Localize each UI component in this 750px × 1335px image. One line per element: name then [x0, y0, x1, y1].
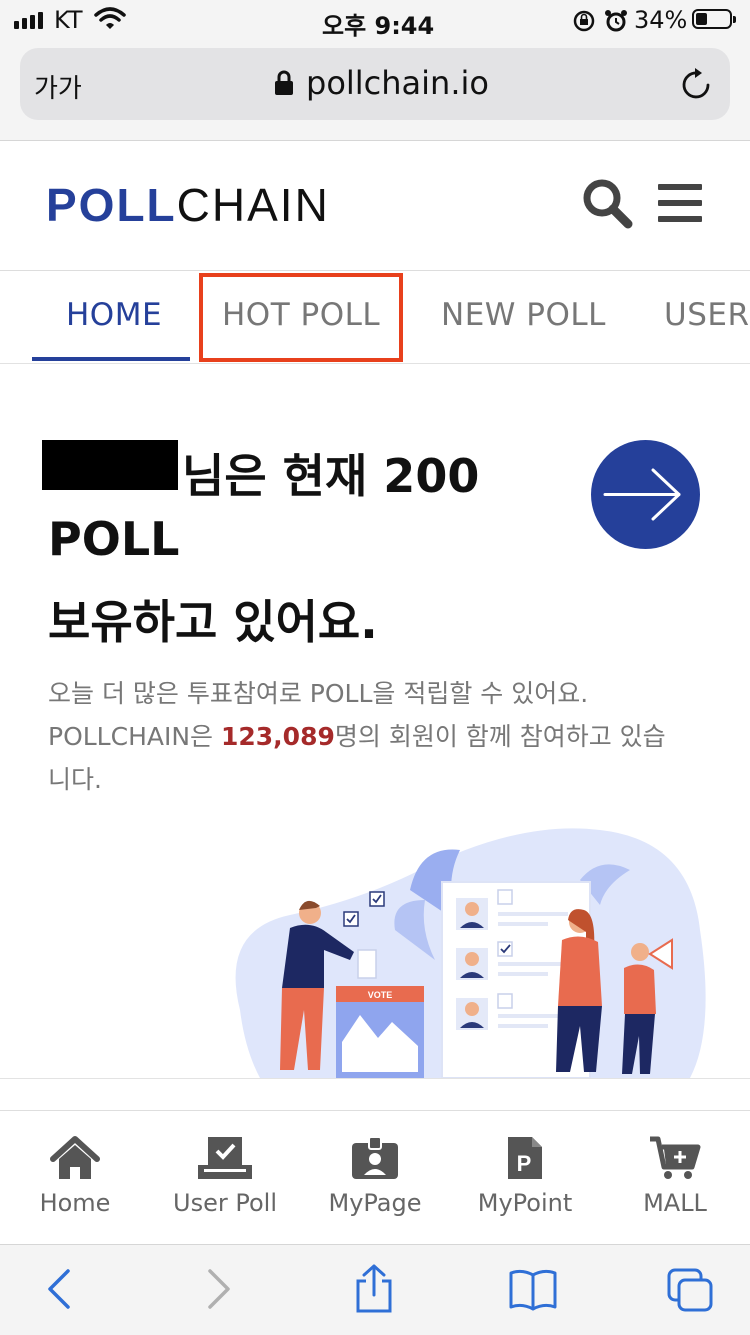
- browser-address-area: 가가 pollchain.io: [0, 40, 750, 141]
- points-heading-line2: POLL: [48, 512, 180, 566]
- points-heading-line3: 보유하고 있어요.: [48, 595, 378, 649]
- bottom-nav-bar: Home User Poll MyPage P MyPoint MALL: [0, 1110, 750, 1245]
- status-bar: KT 오후 9:44 34%: [0, 0, 750, 40]
- id-badge-icon: [352, 1136, 398, 1179]
- go-button[interactable]: [591, 440, 700, 549]
- desc-suffix: 명의 회원이 함께 참여하고 있습: [334, 722, 666, 751]
- nav-mypoint[interactable]: P MyPoint: [450, 1135, 600, 1217]
- description-line1: 오늘 더 많은 투표참여로 POLL을 적립할 수 있어요.: [48, 679, 589, 708]
- battery-percent: 34%: [634, 6, 688, 34]
- text-size-button[interactable]: 가가: [34, 68, 82, 105]
- back-icon[interactable]: [44, 1267, 74, 1311]
- tab-new-poll[interactable]: NEW POLL: [441, 297, 606, 333]
- member-count: 123,089: [221, 722, 335, 751]
- svg-text:P: P: [517, 1151, 532, 1176]
- site-logo[interactable]: POLLCHAIN: [46, 178, 330, 232]
- tabs-icon[interactable]: [666, 1267, 714, 1313]
- rotation-lock-icon: [573, 10, 595, 32]
- nav-mall[interactable]: MALL: [600, 1135, 750, 1217]
- nav-mypage[interactable]: MyPage: [300, 1135, 450, 1217]
- nav-user-poll-label: User Poll: [173, 1189, 277, 1217]
- share-icon[interactable]: [352, 1263, 396, 1313]
- tab-user[interactable]: USER: [664, 297, 750, 333]
- redacted-username: [42, 440, 178, 490]
- address-bar[interactable]: 가가 pollchain.io: [20, 48, 730, 120]
- vote-box-label: VOTE: [368, 990, 393, 1000]
- highlight-box: [199, 273, 403, 362]
- bookmarks-icon[interactable]: [508, 1267, 558, 1311]
- arrow-right-icon: [603, 468, 681, 521]
- description-line3: 니다.: [48, 765, 102, 794]
- nav-home-label: Home: [39, 1189, 111, 1217]
- carrier-name: KT: [54, 6, 83, 34]
- home-icon: [50, 1136, 100, 1179]
- battery-icon: [692, 9, 736, 29]
- user-poll-icon: [198, 1137, 252, 1179]
- desc-prefix: POLLCHAIN은: [48, 722, 221, 751]
- point-icon: P: [508, 1137, 542, 1179]
- points-heading-line1: 님은 현재 200: [182, 449, 480, 503]
- browser-toolbar: [0, 1244, 750, 1335]
- logo-poll: POLL: [46, 179, 177, 231]
- nav-mypoint-label: MyPoint: [477, 1189, 573, 1217]
- active-tab-indicator: [32, 357, 190, 361]
- clock: 오후 9:44: [322, 12, 435, 40]
- voting-illustration: VOTE: [235, 828, 706, 1079]
- description-line2: POLLCHAIN은 123,089명의 회원이 함께 참여하고 있습: [48, 717, 666, 753]
- nav-mypage-label: MyPage: [328, 1189, 422, 1217]
- cart-icon: [650, 1136, 701, 1179]
- reload-icon[interactable]: [680, 66, 714, 102]
- nav-home[interactable]: Home: [0, 1135, 150, 1217]
- nav-user-poll[interactable]: User Poll: [150, 1135, 300, 1217]
- nav-mall-label: MALL: [643, 1189, 707, 1217]
- search-icon[interactable]: [580, 176, 634, 230]
- hamburger-menu-icon[interactable]: [658, 184, 702, 222]
- logo-chain: CHAIN: [176, 179, 330, 231]
- padlock-icon: [275, 70, 293, 95]
- forward-icon[interactable]: [204, 1267, 234, 1311]
- section-divider: [0, 1078, 750, 1079]
- tab-home[interactable]: HOME: [66, 297, 162, 333]
- alarm-icon: [605, 10, 627, 32]
- signal-icon: [14, 12, 43, 29]
- wifi-icon: [94, 7, 126, 29]
- url-text[interactable]: pollchain.io: [306, 64, 489, 102]
